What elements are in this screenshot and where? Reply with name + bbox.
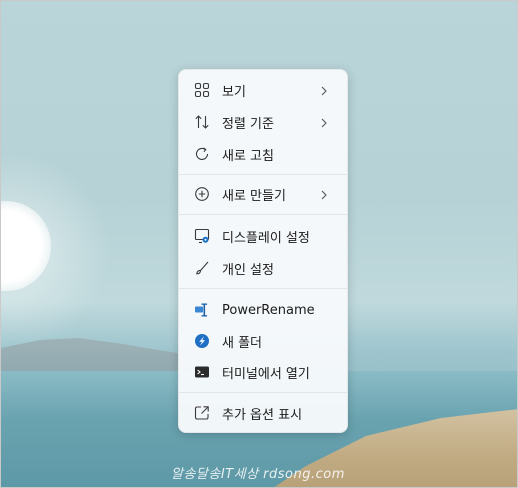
menu-item-label: 새로 고침 bbox=[222, 148, 274, 164]
menu-item-label: 새 폴더 bbox=[222, 335, 263, 351]
display-settings-icon bbox=[193, 227, 211, 245]
menu-item-personalize[interactable]: 개인 설정 bbox=[185, 253, 343, 283]
menu-separator bbox=[179, 392, 347, 393]
menu-item-new-folder[interactable]: 새 폴더 bbox=[185, 326, 343, 356]
menu-item-refresh[interactable]: 새로 고침 bbox=[185, 139, 343, 169]
brush-icon bbox=[193, 259, 211, 277]
menu-item-sort[interactable]: 정렬 기준 bbox=[185, 107, 343, 137]
menu-item-label: 추가 옵션 표시 bbox=[222, 407, 303, 423]
menu-item-label: 보기 bbox=[222, 84, 246, 100]
menu-item-new[interactable]: 새로 만들기 bbox=[185, 179, 343, 209]
chevron-right-icon bbox=[317, 83, 331, 97]
menu-item-label: 터미널에서 열기 bbox=[222, 366, 310, 382]
powerrename-icon bbox=[193, 301, 211, 319]
grid-icon bbox=[193, 81, 211, 99]
sort-icon bbox=[193, 113, 211, 131]
menu-item-open-terminal[interactable]: 터미널에서 열기 bbox=[185, 357, 343, 387]
terminal-icon bbox=[193, 363, 211, 381]
refresh-icon bbox=[193, 145, 211, 163]
menu-item-label: 개인 설정 bbox=[222, 262, 274, 278]
menu-item-label: 정렬 기준 bbox=[222, 116, 274, 132]
more-options-icon bbox=[193, 404, 211, 422]
desktop[interactable]: 보기 정렬 기준 새로 고침 새로 만들기 디스플레이 설정 개인 설정 Pow… bbox=[0, 0, 518, 488]
menu-separator bbox=[179, 214, 347, 215]
desktop-context-menu: 보기 정렬 기준 새로 고침 새로 만들기 디스플레이 설정 개인 설정 Pow… bbox=[178, 69, 348, 433]
chevron-right-icon bbox=[317, 187, 331, 201]
menu-item-label: 디스플레이 설정 bbox=[222, 230, 310, 246]
menu-item-display-settings[interactable]: 디스플레이 설정 bbox=[185, 221, 343, 251]
chevron-right-icon bbox=[317, 115, 331, 129]
menu-separator bbox=[179, 174, 347, 175]
menu-item-label: PowerRename bbox=[222, 302, 315, 318]
watermark: 알송달송IT세상 rdsong.com bbox=[171, 467, 345, 482]
menu-item-powerrename[interactable]: PowerRename bbox=[185, 295, 343, 325]
add-circle-icon bbox=[193, 185, 211, 203]
menu-item-label: 새로 만들기 bbox=[222, 188, 286, 204]
menu-separator bbox=[179, 288, 347, 289]
menu-item-more-options[interactable]: 추가 옵션 표시 bbox=[185, 398, 343, 428]
new-folder-icon bbox=[193, 332, 211, 350]
menu-item-view[interactable]: 보기 bbox=[185, 75, 343, 105]
